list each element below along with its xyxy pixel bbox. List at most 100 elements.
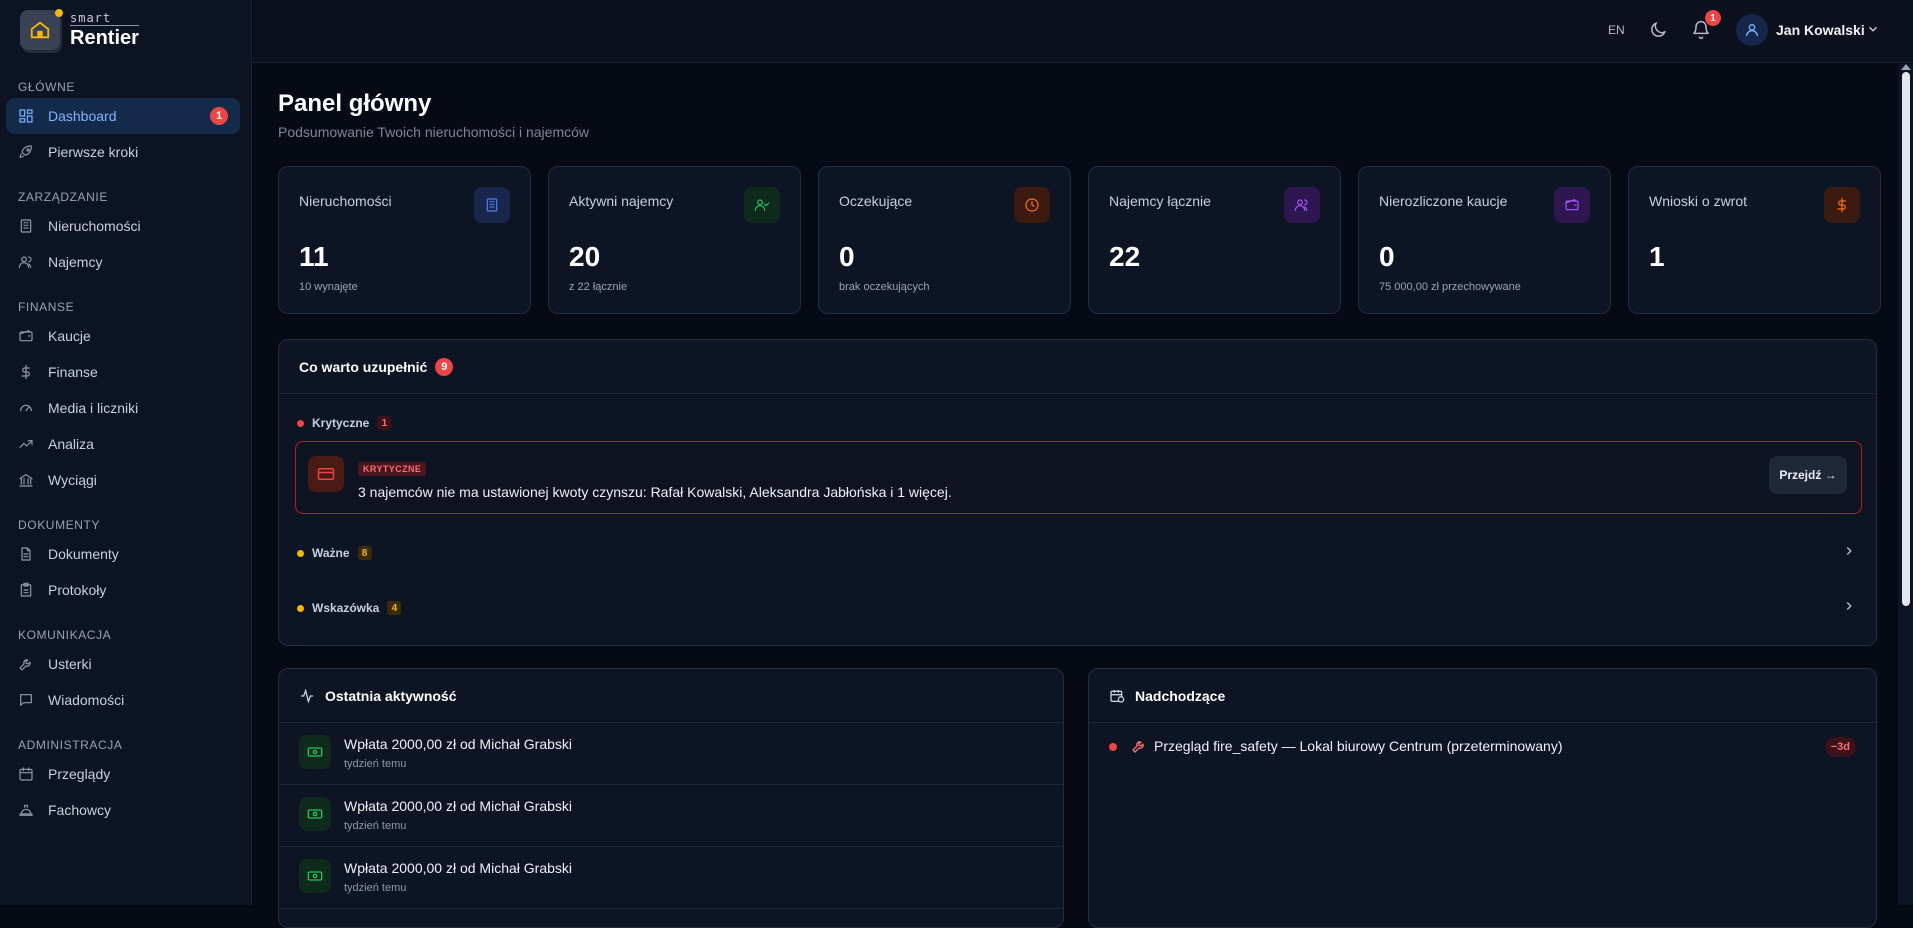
building-icon: [474, 187, 510, 223]
stat-label: Nierozliczone kaucje: [1379, 193, 1508, 209]
calendar-clock-icon: [1109, 688, 1125, 704]
sidebar-item-wiadomości[interactable]: Wiadomości: [6, 682, 240, 718]
overdue-dot: [1109, 743, 1117, 751]
sidebar-item-finanse[interactable]: Finanse: [6, 354, 240, 390]
sidebar-item-media-i-liczniki[interactable]: Media i liczniki: [6, 390, 240, 426]
activity-item[interactable]: Wpłata 2000,00 zł od Michał Grabski tydzi…: [279, 785, 1063, 847]
sidebar-item-label: Dokumenty: [48, 546, 119, 562]
stat-label: Aktywni najemcy: [569, 193, 674, 209]
activity-item[interactable]: Wpłata 2000,00 zł od Michał Grabski tydzi…: [279, 847, 1063, 909]
clipboard-icon: [18, 582, 34, 598]
group-tip-label: Wskazówka: [312, 601, 380, 615]
sidebar-item-dokumenty[interactable]: Dokumenty: [6, 536, 240, 572]
gauge-icon: [18, 400, 34, 416]
sidebar-item-protokoły[interactable]: Protokoły: [6, 572, 240, 608]
sidebar-item-label: Media i liczniki: [48, 400, 139, 416]
chevron-down-icon[interactable]: [1866, 22, 1880, 41]
sidebar-item-usterki[interactable]: Usterki: [6, 646, 240, 682]
upcoming-text: Przegląd fire_safety — Lokal biurowy Cen…: [1154, 738, 1563, 754]
activity-title: Wpłata 2000,00 zł od Michał Grabski: [344, 736, 572, 752]
nav-section-title: FINANSE: [18, 300, 75, 314]
critical-text: 3 najemców nie ma ustawionej kwoty czyns…: [358, 484, 952, 500]
sidebar-item-najemcy[interactable]: Najemcy: [6, 244, 240, 280]
chevron-right-icon[interactable]: [1842, 599, 1856, 618]
cash-icon: [299, 859, 331, 893]
wallet-icon: [18, 328, 34, 344]
scrollbar-thumb[interactable]: [1902, 72, 1910, 606]
activity-item[interactable]: Wpłata 2000,00 zł od Michał Grabski tydzi…: [279, 723, 1063, 785]
upcoming-panel: Nadchodzące Przegląd fire_safety — Lokal…: [1088, 668, 1877, 928]
moon-icon[interactable]: [1648, 20, 1668, 45]
sidebar-nav: GŁÓWNE Dashboard 1 Pierwsze kroki ZARZĄDZANI…: [0, 78, 252, 828]
stat-value: 0: [1379, 241, 1395, 272]
users-icon: [18, 254, 34, 270]
brand-logo[interactable]: smart Rentier: [20, 6, 139, 54]
critical-tag: KRYTYCZNE: [358, 462, 427, 476]
stat-card[interactable]: Aktywni najemcy 20 z 22 łącznie: [548, 166, 801, 314]
group-tip-count: 4: [387, 601, 402, 615]
nav-section-title: KOMUNIKACJA: [18, 628, 112, 642]
activity-time: tydzień temu: [344, 820, 407, 832]
house-logo-icon: [20, 9, 63, 50]
document-icon: [18, 546, 34, 562]
sidebar-item-przeglądy[interactable]: Przeglądy: [6, 756, 240, 792]
stat-sub: 10 wynajęte: [299, 281, 358, 293]
todo-panel: Co warto uzupełnić 9 Krytyczne 1 KRYTYCZ…: [278, 339, 1877, 646]
sidebar-item-label: Najemcy: [48, 254, 103, 270]
sidebar-item-label: Przeglądy: [48, 766, 111, 782]
sidebar-item-kaucje[interactable]: Kaucje: [6, 318, 240, 354]
stat-card[interactable]: Najemcy łącznie 22: [1088, 166, 1341, 314]
sidebar-item-nieruchomości[interactable]: Nieruchomości: [6, 208, 240, 244]
chevron-right-icon[interactable]: [1842, 544, 1856, 563]
stat-card[interactable]: Wnioski o zwrot 1: [1628, 166, 1881, 314]
stat-value: 11: [299, 241, 329, 272]
sidebar-item-label: Usterki: [48, 656, 92, 672]
user-name[interactable]: Jan Kowalski: [1776, 22, 1865, 38]
activity-pulse-icon: [299, 687, 315, 704]
notification-badge: 1: [1705, 10, 1721, 26]
credit-card-icon: [308, 456, 344, 492]
activity-time: tydzień temu: [344, 882, 407, 894]
clock-icon: [1014, 187, 1050, 223]
upcoming-header: Nadchodzące: [1089, 669, 1876, 723]
stat-card[interactable]: Nieruchomości 11 10 wynajęte: [278, 166, 531, 314]
stat-card[interactable]: Nierozliczone kaucje 0 75 000,00 zł przech…: [1358, 166, 1611, 314]
go-button[interactable]: Przejdź →: [1769, 456, 1847, 494]
wallet-icon: [1554, 187, 1590, 223]
rocket-icon: [18, 144, 34, 160]
stat-label: Nieruchomości: [299, 193, 392, 209]
sidebar-item-wyciągi[interactable]: Wyciągi: [6, 462, 240, 498]
scroll-up-arrow[interactable]: [1901, 64, 1911, 70]
sidebar-item-label: Analiza: [48, 436, 94, 452]
sidebar-item-fachowcy[interactable]: Fachowcy: [6, 792, 240, 828]
sidebar-item-label: Protokoły: [48, 582, 107, 598]
brand-name: Rentier: [70, 25, 139, 49]
todo-header: Co warto uzupełnić 9: [279, 340, 1876, 394]
wrench-icon: [1131, 738, 1147, 759]
sidebar-item-analiza[interactable]: Analiza: [6, 426, 240, 462]
page-title: Panel główny: [278, 90, 432, 117]
activity-time: tydzień temu: [344, 758, 407, 770]
sidebar-item-dashboard[interactable]: Dashboard 1: [6, 98, 240, 134]
cash-icon: [299, 797, 331, 831]
sidebar-item-label: Pierwsze kroki: [48, 144, 139, 160]
stat-value: 1: [1649, 241, 1665, 272]
stat-value: 0: [839, 241, 855, 272]
group-tip[interactable]: Wskazówka 4: [297, 601, 402, 615]
user-avatar-icon[interactable]: [1736, 14, 1768, 46]
upcoming-item[interactable]: Przegląd fire_safety — Lokal biurowy Cen…: [1089, 723, 1876, 769]
nav-section-title: GŁÓWNE: [18, 80, 75, 94]
sidebar-item-label: Wyciągi: [48, 472, 97, 488]
stat-label: Wnioski o zwrot: [1649, 193, 1748, 209]
group-critical[interactable]: Krytyczne 1: [297, 416, 392, 430]
building-icon: [18, 218, 34, 234]
group-important[interactable]: Ważne 8: [297, 546, 372, 560]
nav-section-title: ZARZĄDZANIE: [18, 190, 108, 204]
stat-sub: brak oczekujących: [839, 281, 930, 293]
group-important-label: Ważne: [312, 546, 350, 560]
activity-title: Wpłata 2000,00 zł od Michał Grabski: [344, 860, 572, 876]
stat-card[interactable]: Oczekujące 0 brak oczekujących: [818, 166, 1071, 314]
bank-icon: [18, 472, 34, 488]
language-switch[interactable]: EN: [1608, 23, 1625, 37]
sidebar-item-pierwsze-kroki[interactable]: Pierwsze kroki: [6, 134, 240, 170]
